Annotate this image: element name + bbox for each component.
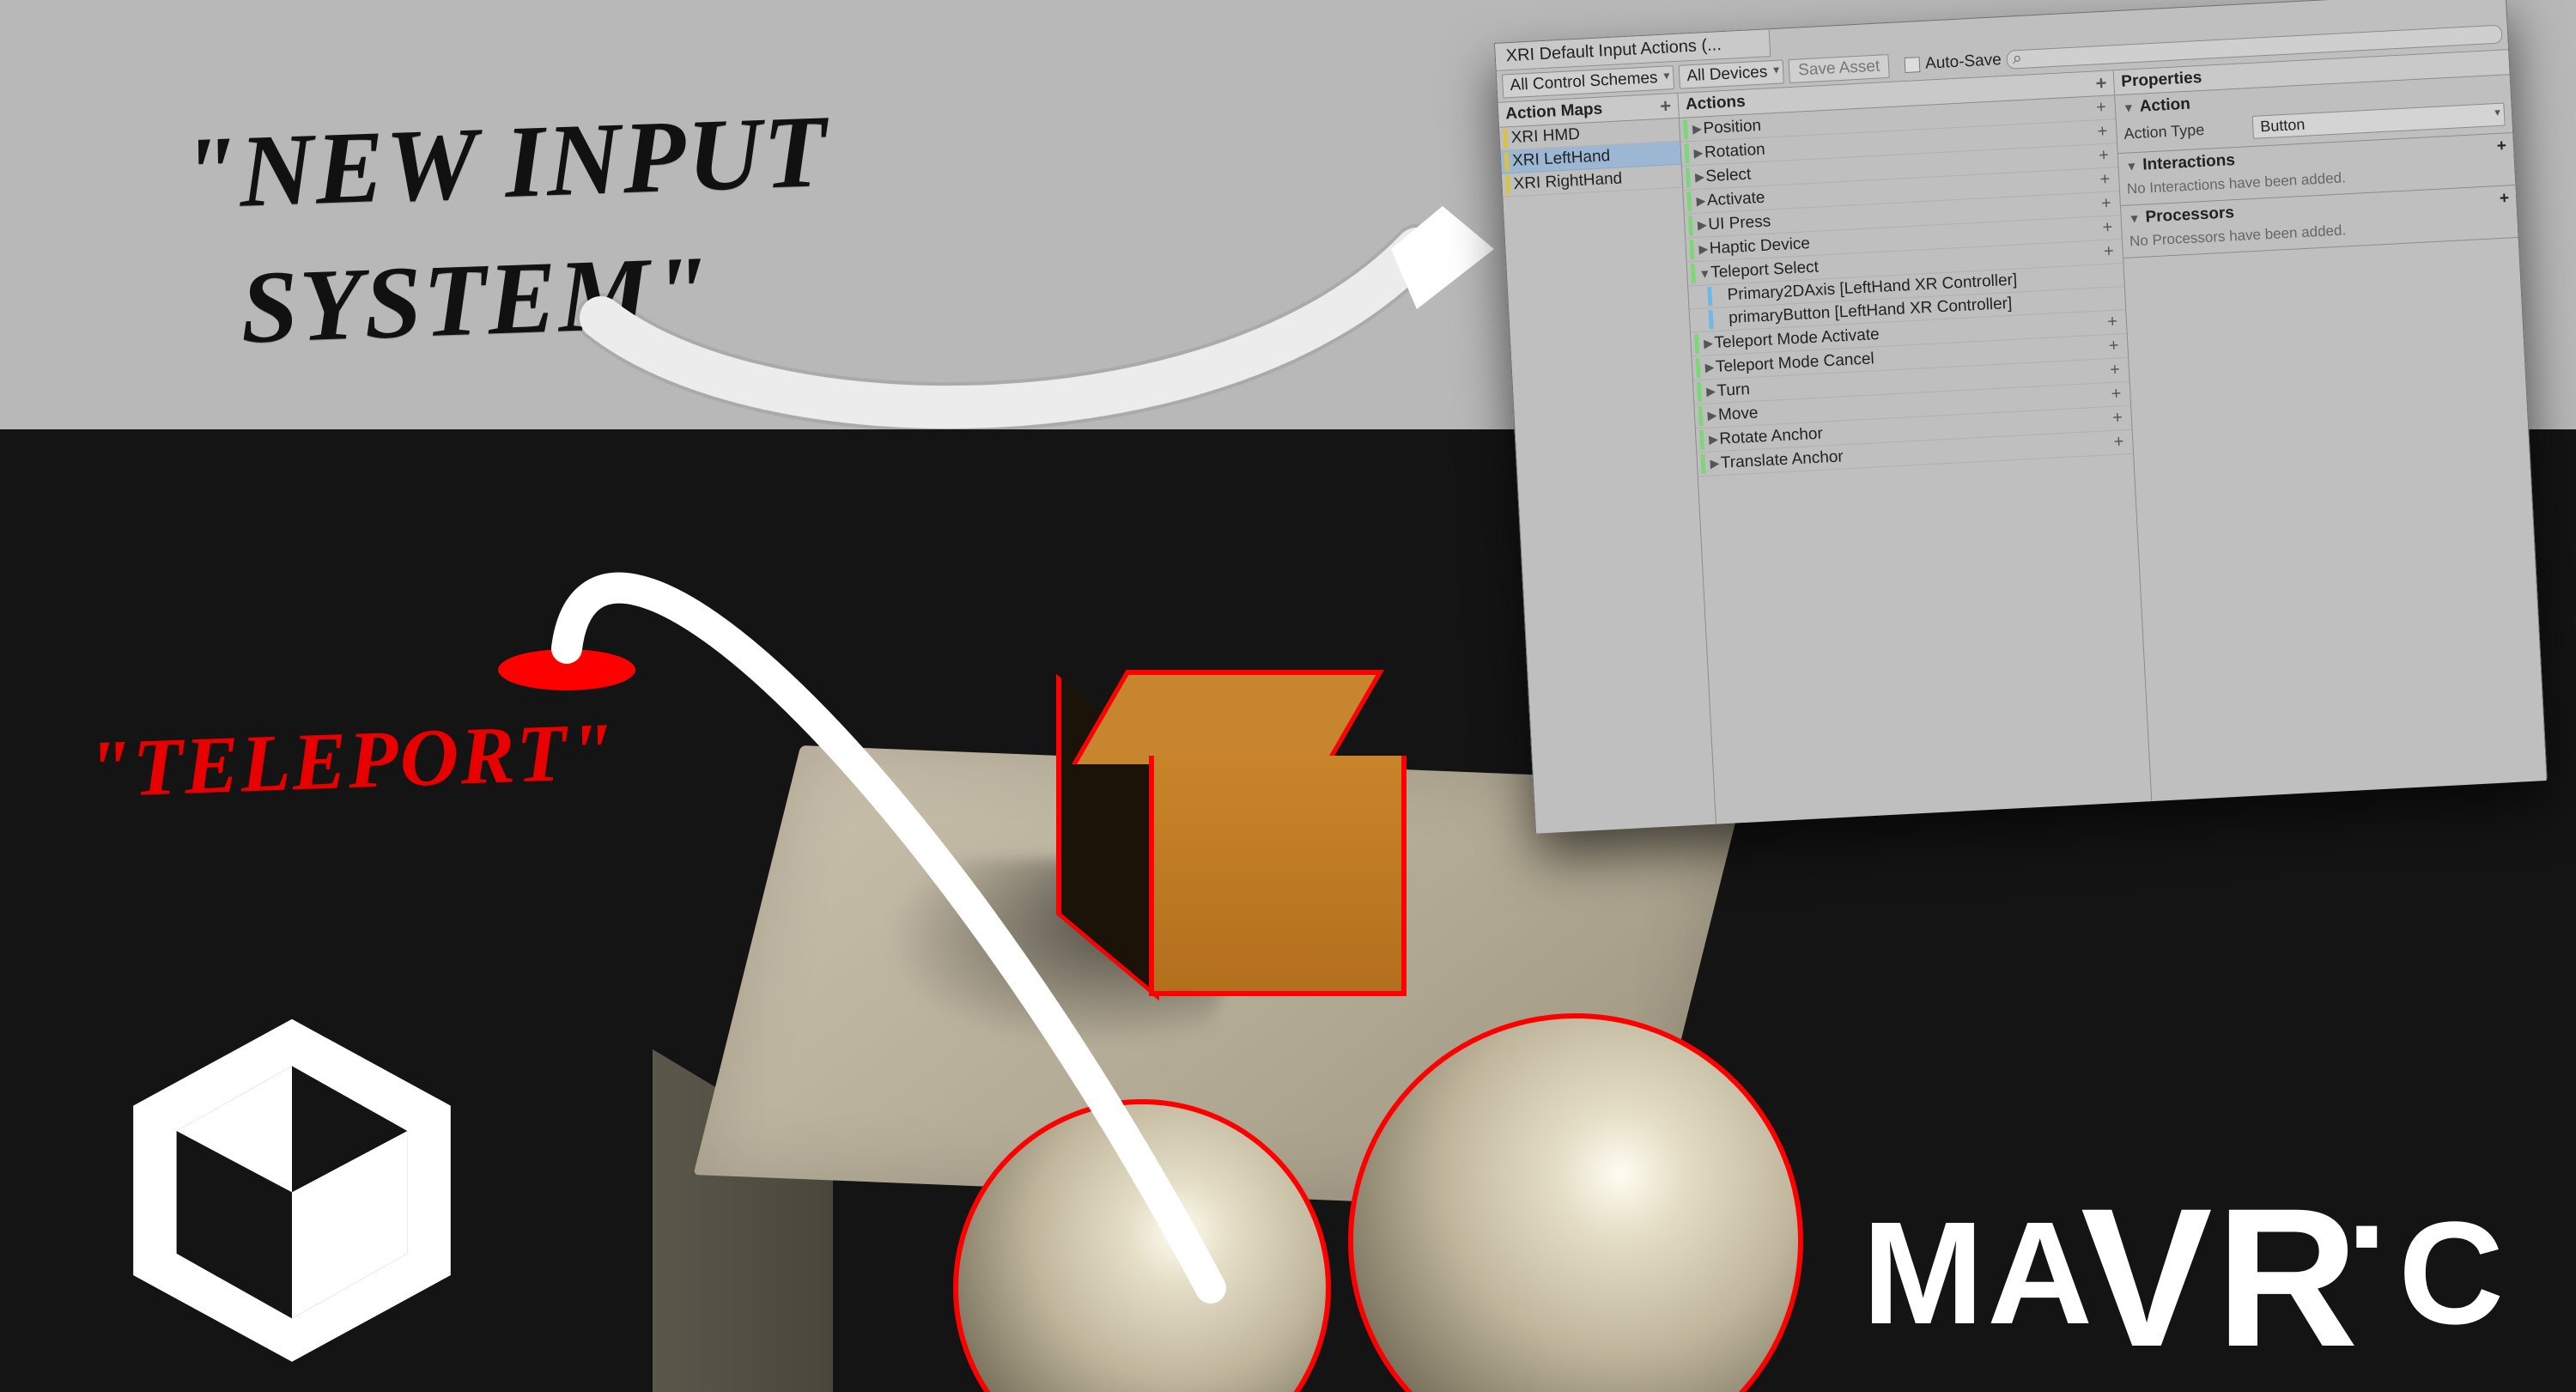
expand-icon: ▶ [1692, 145, 1705, 161]
control-schemes-dropdown[interactable]: All Control Schemes [1502, 65, 1674, 98]
add-action-map-button[interactable]: + [1660, 99, 1672, 113]
expand-icon: ▶ [1693, 169, 1706, 185]
add-binding-button[interactable]: + [2093, 122, 2111, 143]
expand-icon: ▶ [1696, 217, 1709, 233]
add-binding-button[interactable]: + [2104, 312, 2122, 332]
add-binding-button[interactable]: + [2099, 241, 2117, 262]
expand-icon: ▶ [1706, 408, 1719, 423]
properties-interactions-label: Interactions [2142, 151, 2236, 175]
properties-column: Properties ▼ Action Action Type Button [2114, 50, 2547, 801]
add-action-button[interactable]: + [2095, 76, 2107, 91]
expand-icon: ▶ [1704, 384, 1717, 399]
add-binding-button[interactable]: + [2107, 384, 2125, 404]
add-interaction-button[interactable]: + [2496, 137, 2506, 156]
arrow-to-panel [575, 52, 1520, 481]
auto-save-checkbox[interactable]: Auto-Save [1905, 51, 2002, 75]
add-binding-button[interactable]: + [2110, 432, 2128, 453]
expand-icon: ▶ [1707, 432, 1720, 447]
expand-icon: ▶ [1709, 456, 1722, 471]
teleport-arc [455, 464, 1400, 1392]
expand-icon: ▶ [1702, 336, 1715, 351]
unity-logo-icon [112, 1005, 472, 1365]
properties-processors-label: Processors [2145, 204, 2235, 227]
add-binding-button[interactable]: + [2099, 217, 2117, 238]
actions-column: Actions + ▶Position+▶Rotation+▶Select+▶A… [1678, 70, 2152, 824]
save-asset-button[interactable]: Save Asset [1789, 54, 1890, 83]
add-binding-button[interactable]: + [2109, 408, 2127, 429]
add-binding-button[interactable]: + [2093, 98, 2111, 119]
expand-icon: ▶ [1691, 121, 1704, 137]
input-actions-panel: XRI Default Input Actions (... All Contr… [1494, 0, 2548, 832]
action-type-label: Action Type [2123, 119, 2245, 143]
expand-icon [1716, 295, 1728, 296]
action-maps-header-label: Action Maps [1505, 100, 1603, 125]
expand-icon: ▶ [1697, 241, 1710, 257]
action-maps-list: XRI HMDXRI LeftHandXRI RightHand [1499, 119, 1716, 834]
auto-save-label: Auto-Save [1925, 51, 2002, 74]
checkbox-icon [1905, 57, 1921, 73]
panel-columns: Action Maps + XRI HMDXRI LeftHandXRI Rig… [1498, 50, 2547, 833]
expand-icon: ▶ [1704, 360, 1716, 375]
properties-header-label: Properties [2121, 69, 2202, 92]
add-binding-button[interactable]: + [2098, 193, 2116, 214]
actions-header-label: Actions [1686, 93, 1747, 115]
devices-dropdown[interactable]: All Devices [1679, 59, 1784, 88]
mavric-logo: MAVR·C [1862, 1189, 2507, 1358]
add-binding-button[interactable]: + [2095, 146, 2113, 167]
stage: "NEW INPUT SYSTEM" "TELEPORT" "GRAB" MAV… [0, 0, 2576, 1392]
expand-icon: ▶ [1695, 193, 1708, 209]
properties-action-label: Action [2139, 95, 2190, 117]
add-binding-button[interactable]: + [2106, 360, 2124, 380]
actions-list: ▶Position+▶Rotation+▶Select+▶Activate+▶U… [1680, 95, 2151, 824]
expand-icon: ▼ [1698, 266, 1711, 281]
add-processor-button[interactable]: + [2499, 189, 2509, 209]
add-binding-button[interactable]: + [2105, 336, 2123, 356]
add-binding-button[interactable]: + [2096, 169, 2114, 190]
